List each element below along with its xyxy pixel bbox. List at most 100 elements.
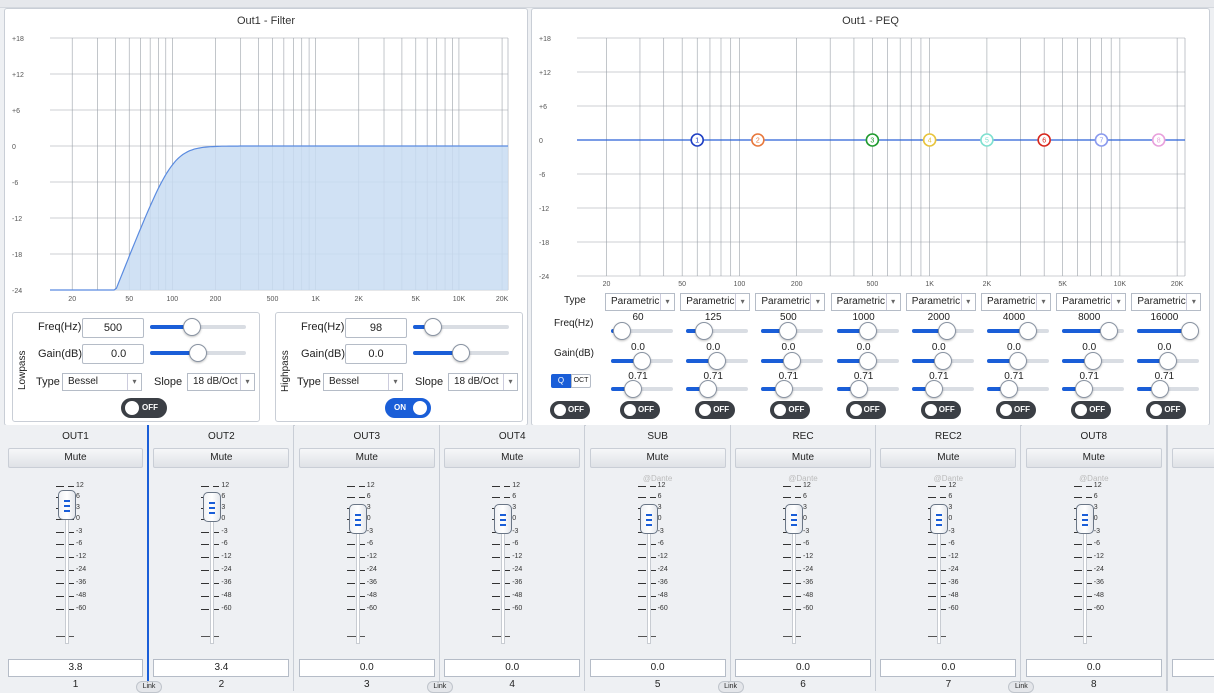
- slider-knob[interactable]: [1181, 322, 1200, 340]
- fader-knob[interactable]: [639, 504, 658, 534]
- peq-band-toggle[interactable]: OFF: [770, 401, 811, 419]
- q-mode-button[interactable]: Q: [551, 374, 571, 388]
- peq-band-gain-slider[interactable]: [1062, 352, 1125, 370]
- peq-band-freq-slider[interactable]: [611, 322, 673, 340]
- slider-knob[interactable]: [1084, 352, 1103, 370]
- lowpass-freq-input[interactable]: 500: [82, 318, 144, 338]
- channel-value[interactable]: 0.0: [589, 659, 726, 677]
- link-button[interactable]: Link: [717, 681, 744, 693]
- slider-knob[interactable]: [1009, 352, 1027, 370]
- peq-band-gain-slider[interactable]: [611, 352, 673, 370]
- fader-knob[interactable]: [1075, 504, 1094, 534]
- oct-mode-button[interactable]: OCT: [571, 374, 591, 388]
- slider-knob[interactable]: [452, 344, 470, 362]
- peq-band-freq-slider[interactable]: [1062, 322, 1125, 340]
- peq-band-toggle[interactable]: OFF: [1146, 401, 1187, 419]
- slider-knob[interactable]: [1000, 380, 1019, 398]
- mute-button[interactable]: Mute: [1025, 448, 1162, 468]
- fader-knob[interactable]: [785, 504, 803, 534]
- slider-knob[interactable]: [1100, 322, 1119, 340]
- highpass-type-select[interactable]: Bessel ▾: [323, 373, 403, 391]
- filter-graph[interactable]: +18 +12 +6 0 -6 -12 -18 -24 20 50 100 200 500 1K 2K 5K 1…: [8, 28, 524, 304]
- highpass-gain-input[interactable]: 0.0: [345, 344, 407, 364]
- peq-band-freq-slider[interactable]: [911, 322, 974, 340]
- highpass-toggle[interactable]: ON: [385, 398, 431, 418]
- peq-band-freq-slider[interactable]: [987, 322, 1049, 340]
- lowpass-toggle[interactable]: OFF: [121, 398, 167, 418]
- slider-knob[interactable]: [933, 352, 952, 370]
- peq-band-toggle[interactable]: OFF: [695, 401, 736, 419]
- peq-band-freq-slider[interactable]: [1137, 322, 1200, 340]
- highpass-freq-slider[interactable]: [413, 318, 509, 336]
- link-button[interactable]: Link: [426, 681, 453, 693]
- channel-value[interactable]: 0.0: [1025, 659, 1162, 677]
- peq-band-type-select[interactable]: Parametric ▾: [1056, 293, 1127, 311]
- mute-button[interactable]: Mute: [444, 448, 581, 468]
- slider-knob[interactable]: [849, 380, 868, 398]
- peq-band-gain-slider[interactable]: [911, 352, 974, 370]
- slider-knob[interactable]: [858, 322, 877, 340]
- slider-knob[interactable]: [182, 318, 201, 336]
- link-button[interactable]: Link: [1008, 681, 1035, 693]
- slider-knob[interactable]: [778, 322, 797, 340]
- peq-band-toggle[interactable]: OFF: [996, 401, 1036, 419]
- slider-knob[interactable]: [783, 352, 802, 370]
- slider-knob[interactable]: [938, 322, 957, 340]
- mute-button[interactable]: Mute: [153, 448, 290, 468]
- fader-knob[interactable]: [58, 490, 76, 521]
- peq-band-type-select[interactable]: Parametric ▾: [680, 293, 751, 311]
- peq-band-type-select[interactable]: Parametric ▾: [830, 293, 901, 311]
- peq-graph[interactable]: +18 +12 +6 0 -6 -12 -18 -24 20 50 100 200 500 1K 2K 5K 1…: [535, 28, 1205, 290]
- peq-master-toggle[interactable]: OFF: [550, 401, 590, 419]
- slider-knob[interactable]: [858, 352, 877, 370]
- peq-band-type-select[interactable]: Parametric ▾: [605, 293, 675, 311]
- peq-band-q-slider[interactable]: [987, 380, 1049, 398]
- peq-band-q-slider[interactable]: [1137, 380, 1200, 398]
- mute-button[interactable]: Mute: [880, 448, 1017, 468]
- peq-band-q-slider[interactable]: [611, 380, 673, 398]
- peq-band-gain-slider[interactable]: [987, 352, 1049, 370]
- slider-knob[interactable]: [708, 352, 727, 370]
- fader-knob[interactable]: [203, 491, 222, 522]
- channel-value[interactable]: 0.0: [880, 659, 1017, 677]
- peq-band-type-select[interactable]: Parametric ▾: [1131, 293, 1202, 311]
- slider-knob[interactable]: [1159, 352, 1178, 370]
- lowpass-gain-input[interactable]: 0.0: [82, 344, 144, 364]
- peq-band-toggle[interactable]: OFF: [1071, 401, 1112, 419]
- channel-value[interactable]: 3.8: [8, 659, 143, 677]
- peq-band-type-select[interactable]: Parametric ▾: [755, 293, 826, 311]
- peq-band-gain-slider[interactable]: [836, 352, 899, 370]
- slider-knob[interactable]: [633, 352, 651, 370]
- peq-band-type-select[interactable]: Parametric ▾: [981, 293, 1051, 311]
- slider-knob[interactable]: [924, 380, 943, 398]
- highpass-slope-select[interactable]: 18 dB/Oct ▾: [448, 373, 518, 391]
- channel-value[interactable]: 0.0: [298, 659, 435, 677]
- peq-band-q-slider[interactable]: [686, 380, 749, 398]
- channel-value[interactable]: 0.0: [444, 659, 581, 677]
- fader-knob[interactable]: [930, 504, 949, 534]
- lowpass-slope-select[interactable]: 18 dB/Oct ▾: [187, 373, 255, 391]
- peq-band-gain-slider[interactable]: [761, 352, 824, 370]
- peq-band-q-slider[interactable]: [761, 380, 824, 398]
- peq-band-freq-slider[interactable]: [836, 322, 899, 340]
- peq-band-freq-slider[interactable]: [761, 322, 824, 340]
- highpass-freq-input[interactable]: 98: [345, 318, 407, 338]
- slider-knob[interactable]: [423, 318, 442, 336]
- mute-button-partial[interactable]: [1172, 448, 1214, 468]
- lowpass-gain-slider[interactable]: [150, 344, 246, 362]
- peq-band-toggle[interactable]: OFF: [620, 401, 660, 419]
- peq-band-type-select[interactable]: Parametric ▾: [905, 293, 976, 311]
- mute-button[interactable]: Mute: [589, 448, 726, 468]
- slider-knob[interactable]: [189, 344, 207, 362]
- fader-knob[interactable]: [348, 504, 367, 534]
- lowpass-freq-slider[interactable]: [150, 318, 246, 336]
- peq-band-q-slider[interactable]: [1062, 380, 1125, 398]
- peq-band-gain-slider[interactable]: [686, 352, 749, 370]
- slider-knob[interactable]: [1075, 380, 1094, 398]
- slider-knob[interactable]: [699, 380, 718, 398]
- slider-knob[interactable]: [774, 380, 793, 398]
- fader-knob[interactable]: [494, 504, 513, 534]
- peq-band-gain-slider[interactable]: [1137, 352, 1200, 370]
- slider-knob[interactable]: [694, 322, 713, 340]
- highpass-gain-slider[interactable]: [413, 344, 509, 362]
